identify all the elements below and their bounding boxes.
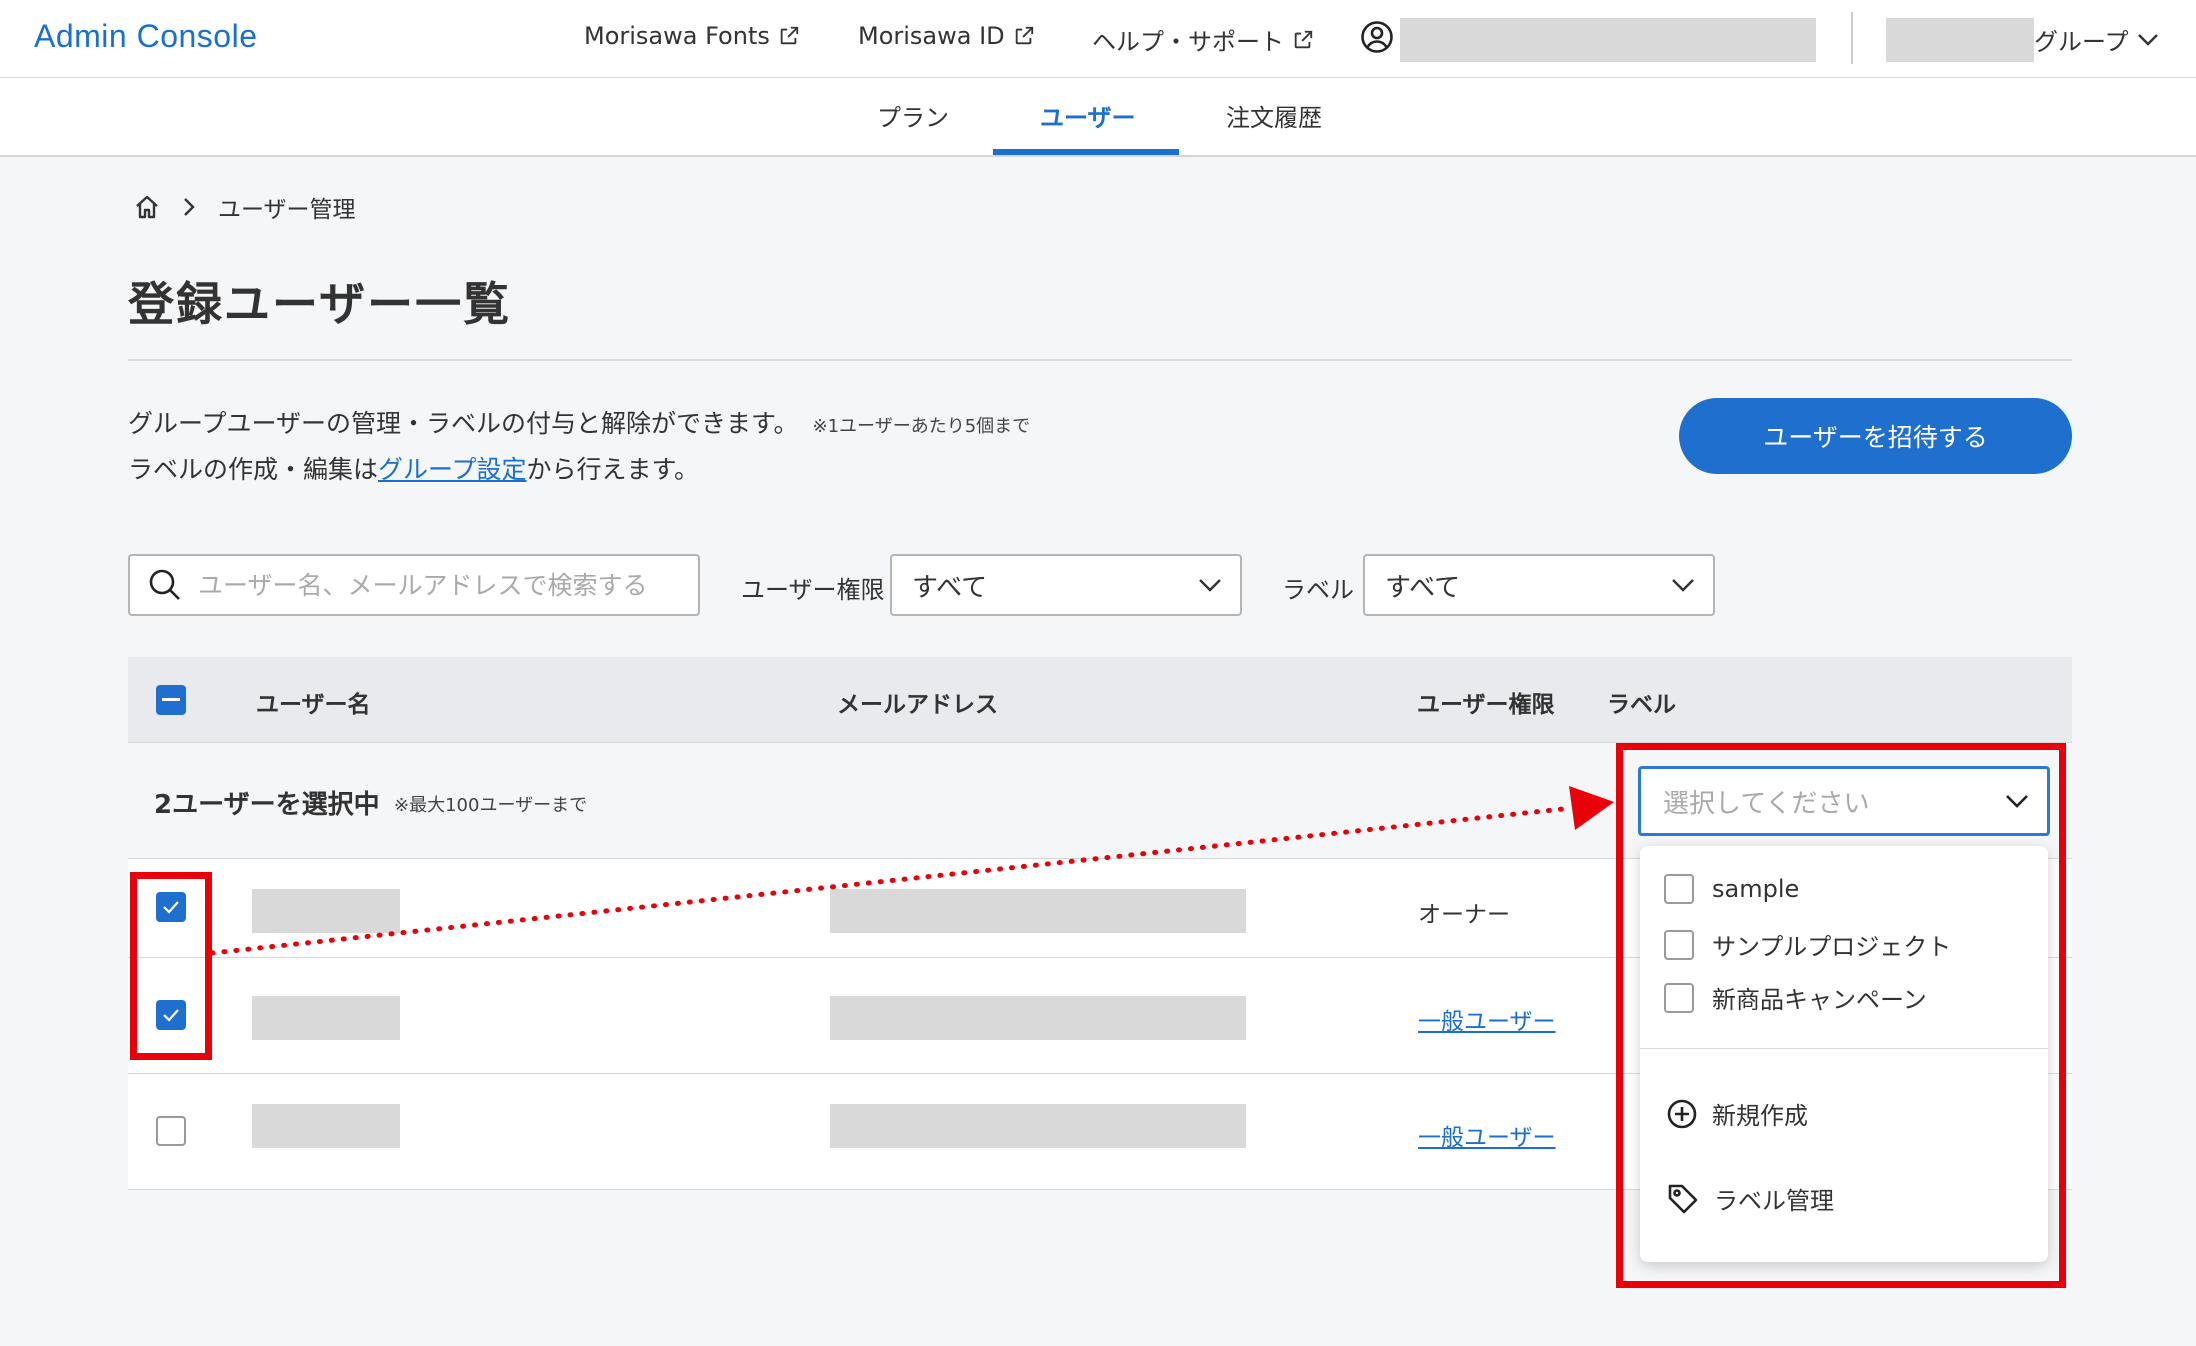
app-title[interactable]: Admin Console xyxy=(34,18,258,55)
role-general-user-link[interactable]: 一般ユーザー xyxy=(1418,1002,1556,1036)
annotation-checkbox-highlight xyxy=(130,872,212,1060)
search-icon xyxy=(149,569,180,600)
column-email[interactable]: メールアドレス xyxy=(837,685,998,719)
description-text: グループユーザーの管理・ラベルの付与と解除ができます。 xyxy=(128,409,799,438)
role-filter-select[interactable]: すべて xyxy=(890,554,1242,616)
page-title: 登録ユーザー一覧 xyxy=(128,277,512,331)
help-support-label: ヘルプ・サポート xyxy=(1092,28,1284,56)
description-prefix: ラベルの作成・編集は xyxy=(128,455,379,484)
group-switcher[interactable]: グループ xyxy=(2034,22,2159,57)
search-box xyxy=(128,554,700,616)
description-note: ※1ユーザーあたり5個まで xyxy=(812,416,1031,437)
masked-user-name xyxy=(1400,18,1816,62)
user-account-icon[interactable] xyxy=(1360,20,1394,54)
column-user-name[interactable]: ユーザー名 xyxy=(256,685,371,719)
masked-email xyxy=(830,1104,1246,1148)
tab-plan[interactable]: プラン xyxy=(877,98,949,133)
breadcrumb: ユーザー管理 xyxy=(134,190,356,224)
chevron-right-icon xyxy=(184,198,195,216)
masked-group-name xyxy=(1886,18,2034,62)
masked-email xyxy=(830,889,1246,933)
group-settings-link[interactable]: グループ設定 xyxy=(378,455,527,484)
active-tab-indicator xyxy=(993,149,1179,155)
help-support-link[interactable]: ヘルプ・サポート xyxy=(1092,22,1314,57)
role-filter-value: すべて xyxy=(912,572,988,603)
table-header: ユーザー名 メールアドレス ユーザー権限 ラベル xyxy=(128,657,2072,743)
page-description-2: ラベルの作成・編集はグループ設定から行えます。 xyxy=(128,450,699,486)
column-label[interactable]: ラベル xyxy=(1607,685,1676,719)
home-icon[interactable] xyxy=(134,194,160,220)
masked-user-name xyxy=(252,889,400,933)
title-divider xyxy=(128,359,2072,361)
masked-user-name xyxy=(252,1104,400,1148)
row-checkbox[interactable] xyxy=(156,1116,186,1146)
morisawa-id-link[interactable]: Morisawa ID xyxy=(858,22,1035,50)
chevron-down-icon xyxy=(1672,579,1694,592)
page-description-1: グループユーザーの管理・ラベルの付与と解除ができます。 ※1ユーザーあたり5個まで xyxy=(128,404,1030,440)
label-filter-label: ラベル xyxy=(1282,576,1354,604)
chevron-down-icon xyxy=(1199,579,1221,592)
external-link-icon xyxy=(1015,26,1033,45)
minus-icon xyxy=(162,698,180,701)
morisawa-fonts-label: Morisawa Fonts xyxy=(584,22,770,50)
label-filter-value: すべて xyxy=(1385,572,1461,603)
morisawa-fonts-link[interactable]: Morisawa Fonts xyxy=(584,22,800,50)
role-owner: オーナー xyxy=(1418,902,1510,928)
tab-users[interactable]: ユーザー xyxy=(1040,98,1136,133)
label-filter-select[interactable]: すべて xyxy=(1363,554,1715,616)
tab-order-history[interactable]: 注文履歴 xyxy=(1226,98,1322,133)
description-suffix: から行えます。 xyxy=(526,455,700,484)
masked-email xyxy=(830,996,1246,1040)
annotation-dropdown-highlight xyxy=(1616,743,2066,1288)
masked-user-name xyxy=(252,996,400,1040)
selection-note: ※最大100ユーザーまで xyxy=(394,795,588,816)
column-role[interactable]: ユーザー権限 xyxy=(1417,685,1555,719)
select-all-checkbox[interactable] xyxy=(156,685,186,715)
role-general-user-link[interactable]: 一般ユーザー xyxy=(1418,1118,1556,1152)
external-link-icon xyxy=(1294,30,1313,48)
chevron-down-icon xyxy=(2137,33,2158,46)
invite-user-button[interactable]: ユーザーを招待する xyxy=(1679,398,2072,474)
breadcrumb-current: ユーザー管理 xyxy=(218,197,356,223)
group-label: グループ xyxy=(2034,28,2129,56)
role-filter-label: ユーザー権限 xyxy=(741,576,885,604)
header-divider xyxy=(1851,12,1853,64)
main-nav: プラン ユーザー 注文履歴 xyxy=(0,78,2196,157)
search-input[interactable] xyxy=(196,569,680,601)
morisawa-id-label: Morisawa ID xyxy=(858,22,1005,50)
selection-count: 2ユーザーを選択中 xyxy=(154,790,380,820)
external-link-icon xyxy=(780,26,799,45)
top-header: Admin Console Morisawa Fonts Morisawa ID… xyxy=(0,0,2196,78)
